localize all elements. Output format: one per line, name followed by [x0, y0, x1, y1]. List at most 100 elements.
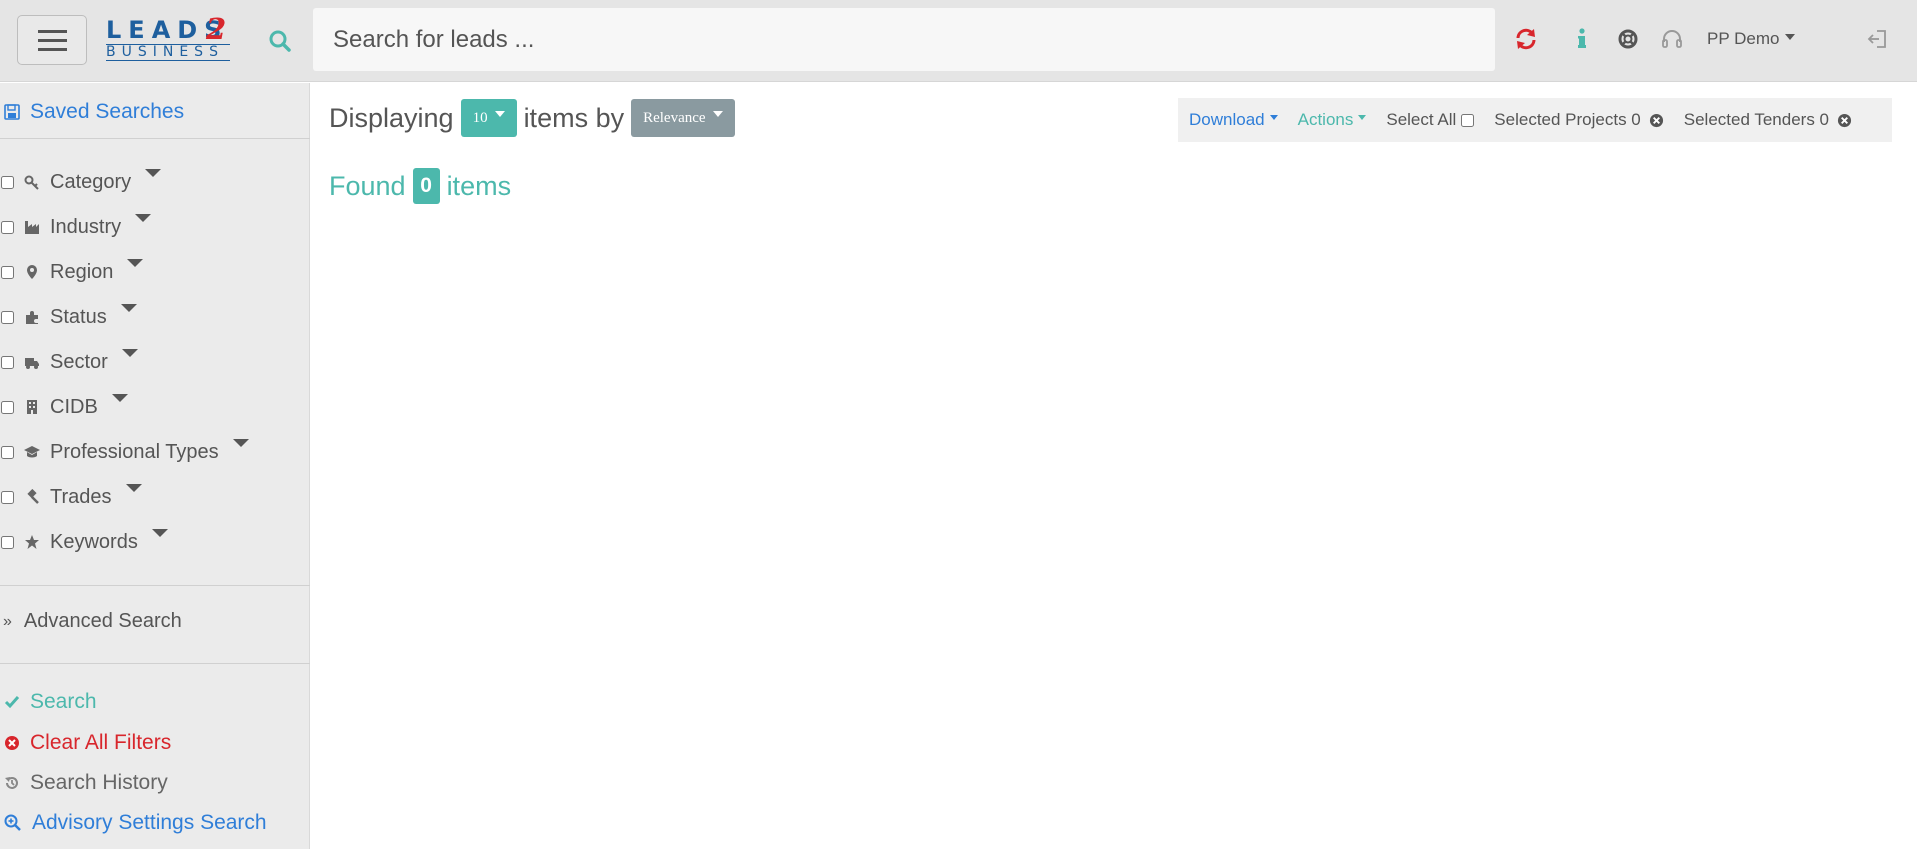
page-size-value: 10: [472, 110, 488, 126]
chevron-down-icon[interactable]: [127, 259, 144, 267]
chevron-down-icon[interactable]: [135, 214, 152, 222]
search-icon[interactable]: [268, 29, 292, 53]
search-history-link[interactable]: Search History: [4, 771, 168, 795]
filter-cidb-label: CIDB: [50, 395, 98, 418]
refresh-icon[interactable]: [1514, 27, 1538, 51]
filter-keywords[interactable]: Keywords: [0, 527, 168, 557]
filter-keywords-checkbox[interactable]: [1, 535, 14, 549]
chevron-down-icon: [712, 111, 723, 117]
chevron-down-icon[interactable]: [125, 484, 142, 492]
puzzle-icon: [26, 311, 38, 324]
results-count: Found 0 items: [329, 168, 511, 204]
menu-icon-bar: [38, 48, 67, 51]
sort-by-dropdown[interactable]: Relevance: [631, 99, 735, 137]
search-history-label: Search History: [30, 771, 168, 794]
building-icon: [27, 400, 37, 414]
lifebuoy-icon[interactable]: [1616, 27, 1640, 51]
gavel-icon: [27, 489, 39, 504]
menu-icon-bar: [38, 39, 67, 42]
save-icon: [4, 104, 20, 120]
selected-projects-badge: Selected Projects 0: [1494, 110, 1663, 130]
info-icon[interactable]: [1570, 27, 1594, 51]
filter-keywords-label: Keywords: [50, 530, 138, 553]
menu-toggle-button[interactable]: [17, 15, 87, 65]
industry-icon: [25, 221, 39, 234]
logo-text-two: 2: [206, 12, 227, 46]
chevron-down-icon: [1785, 33, 1796, 40]
page-size-dropdown[interactable]: 10: [460, 99, 517, 137]
displaying-label: Displaying: [329, 102, 454, 133]
chevron-down-icon: [1358, 114, 1367, 120]
select-all-label: Select All: [1386, 110, 1457, 129]
chevron-down-icon[interactable]: [120, 304, 137, 312]
clear-all-filters-button[interactable]: Clear All Filters: [4, 731, 171, 755]
actions-dropdown[interactable]: Actions: [1298, 110, 1367, 130]
star-icon: [25, 535, 39, 549]
times-circle-icon[interactable]: [1837, 113, 1852, 128]
times-circle-icon: [5, 736, 19, 750]
search-input[interactable]: [313, 8, 1495, 71]
chevron-down-icon: [1269, 114, 1278, 120]
filter-sector-label: Sector: [50, 350, 108, 373]
filter-professional-types-checkbox[interactable]: [1, 445, 14, 459]
filter-cidb-checkbox[interactable]: [1, 400, 14, 414]
search-plus-icon: [4, 814, 21, 831]
filter-sector-checkbox[interactable]: [1, 355, 14, 369]
chevron-down-icon[interactable]: [151, 529, 168, 537]
map-marker-icon: [27, 265, 37, 279]
download-dropdown[interactable]: Download: [1189, 110, 1278, 130]
filter-category[interactable]: Category: [0, 167, 162, 197]
found-count-badge: 0: [412, 168, 440, 204]
actions-label: Actions: [1297, 110, 1354, 129]
advanced-search-toggle[interactable]: » Advanced Search: [3, 610, 196, 633]
selected-projects-label: Selected Projects 0: [1494, 110, 1641, 129]
advisory-settings-search-label: Advisory Settings Search: [32, 811, 267, 834]
key-icon: [24, 175, 39, 190]
filter-region-checkbox[interactable]: [1, 265, 14, 279]
filter-status-label: Status: [50, 305, 107, 328]
top-bar: LEADS 2 BUSINESS PP Demo: [0, 0, 1917, 82]
advisory-settings-search-link[interactable]: Advisory Settings Search: [4, 811, 267, 835]
filter-status[interactable]: Status: [0, 302, 137, 332]
history-icon: [5, 777, 18, 789]
chevron-down-icon[interactable]: [145, 169, 162, 177]
advanced-search-label: Advanced Search: [23, 610, 182, 632]
filter-sector[interactable]: Sector: [0, 347, 138, 377]
saved-searches-link[interactable]: Saved Searches: [4, 100, 184, 124]
filter-trades[interactable]: Trades: [0, 482, 142, 512]
filter-region[interactable]: Region: [0, 257, 144, 287]
filter-sidebar: Saved Searches Category Industry Region …: [0, 83, 310, 849]
filter-status-checkbox[interactable]: [1, 310, 14, 324]
filter-industry-checkbox[interactable]: [1, 220, 14, 234]
selected-tenders-label: Selected Tenders 0: [1683, 110, 1829, 129]
saved-searches-label: Saved Searches: [30, 100, 185, 123]
leads2business-logo[interactable]: LEADS 2 BUSINESS: [105, 12, 231, 62]
selected-tenders-badge: Selected Tenders 0: [1684, 110, 1852, 130]
check-icon: [4, 696, 20, 709]
filter-cidb[interactable]: CIDB: [0, 392, 128, 422]
chevron-down-icon[interactable]: [111, 394, 128, 402]
download-label: Download: [1189, 110, 1265, 129]
filter-professional-types[interactable]: Professional Types: [0, 437, 249, 467]
search-button[interactable]: Search: [4, 690, 97, 714]
chevron-down-icon: [494, 111, 505, 117]
results-toolbar: Download Actions Select All Selected Pro…: [1178, 98, 1892, 142]
logo-text-business: BUSINESS: [106, 44, 230, 61]
headset-icon[interactable]: [1660, 27, 1684, 51]
select-all-control[interactable]: Select All: [1386, 110, 1475, 130]
filter-category-label: Category: [50, 170, 132, 193]
chevron-down-icon[interactable]: [232, 439, 249, 447]
results-display-controls: Displaying 10 items by Relevance: [329, 99, 735, 137]
logout-icon[interactable]: [1866, 27, 1890, 51]
user-menu-dropdown[interactable]: PP Demo: [1707, 29, 1796, 49]
clear-all-filters-label: Clear All Filters: [30, 731, 172, 754]
select-all-checkbox[interactable]: [1461, 113, 1475, 127]
filter-industry[interactable]: Industry: [0, 212, 152, 242]
filter-trades-checkbox[interactable]: [1, 490, 14, 504]
filter-category-checkbox[interactable]: [1, 175, 14, 189]
truck-icon: [25, 358, 39, 369]
divider: [0, 585, 310, 586]
times-circle-icon[interactable]: [1649, 113, 1664, 128]
items-label: items: [446, 170, 512, 201]
chevron-down-icon[interactable]: [121, 349, 138, 357]
